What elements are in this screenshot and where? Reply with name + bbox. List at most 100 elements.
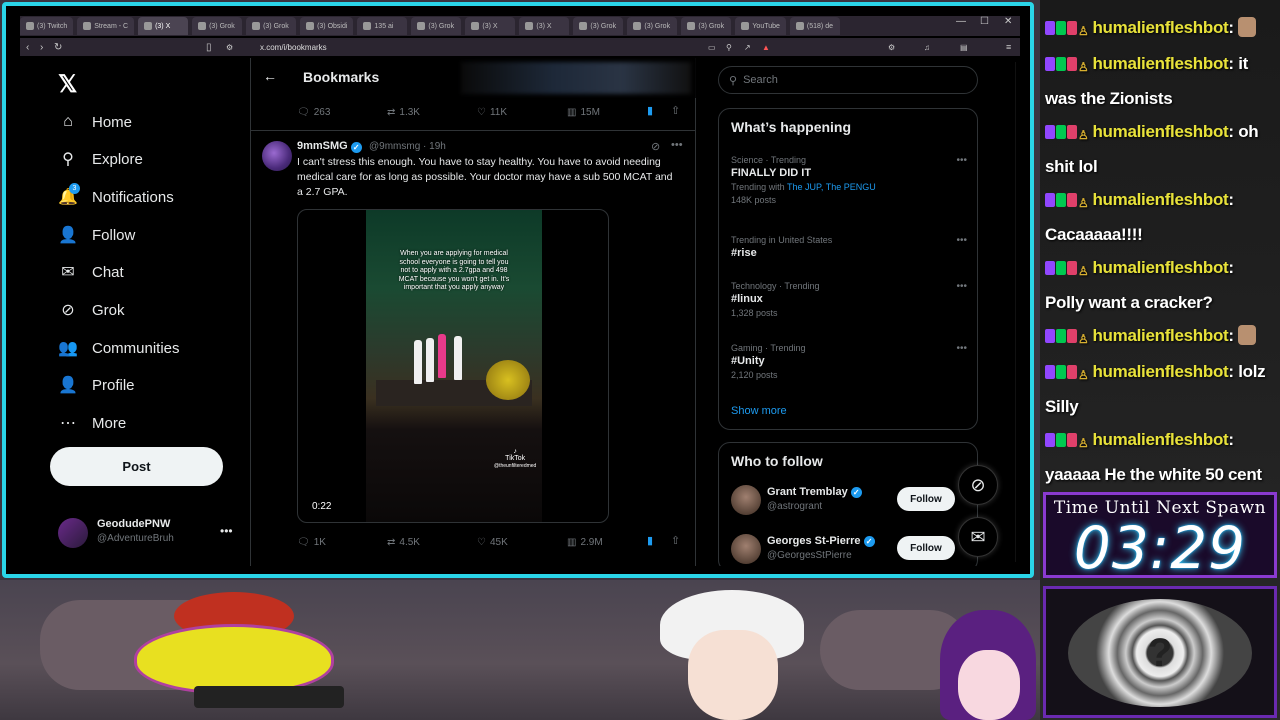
chat-badge-icon bbox=[1056, 261, 1066, 275]
question-mark-logo-icon: ? bbox=[1068, 599, 1252, 707]
trend-item[interactable]: Gaming · Trending #Unity 2,120 posts ••• bbox=[731, 343, 967, 380]
browser-tab[interactable]: (3) Twitch bbox=[20, 17, 74, 35]
author-name: 9mmSMG bbox=[297, 140, 348, 152]
show-more-link[interactable]: Show more bbox=[731, 405, 787, 417]
follow-suggestion[interactable]: Georges St-Pierre ✓ @GeorgesStPierre Follow bbox=[731, 534, 967, 566]
browser-tab[interactable]: (3) Grok bbox=[681, 17, 732, 35]
extensions-icon[interactable]: ⚙ bbox=[888, 43, 895, 52]
views-button[interactable]: ▥ 15M bbox=[567, 104, 657, 120]
chat-username: humalienfleshbot bbox=[1092, 326, 1229, 345]
nav-item-chat[interactable]: ✉ Chat bbox=[58, 260, 123, 284]
url-field[interactable]: x.com/i/bookmarks bbox=[260, 43, 327, 52]
like-button[interactable]: ♡ 45K bbox=[477, 534, 567, 550]
chat-badge-icon bbox=[1067, 365, 1077, 379]
trend-more-icon[interactable]: ••• bbox=[956, 235, 967, 246]
bookmark-page-icon[interactable]: ▯ bbox=[206, 42, 212, 53]
grok-fab-icon[interactable]: ⊘ bbox=[958, 465, 998, 505]
chat-username: humalienfleshbot bbox=[1092, 54, 1229, 73]
author-handle: @9mmsmg bbox=[369, 141, 421, 152]
tweet-author[interactable]: 9mmSMG ✓ bbox=[297, 140, 362, 153]
back-arrow-icon[interactable]: ← bbox=[263, 68, 277, 84]
post-button[interactable]: Post bbox=[50, 447, 223, 486]
zoom-icon[interactable]: ⚲ bbox=[726, 43, 732, 52]
timer-value: 03:29 bbox=[1073, 514, 1247, 582]
nav-item-communities[interactable]: 👥 Communities bbox=[58, 336, 180, 360]
nav-item-notifications[interactable]: 🔔 3 Notifications bbox=[58, 183, 174, 209]
media-icon[interactable]: ♫ bbox=[924, 43, 930, 52]
bell-icon: 🔔 3 bbox=[58, 183, 80, 207]
browser-forward-icon[interactable]: › bbox=[40, 42, 43, 53]
avatar[interactable] bbox=[731, 485, 761, 515]
account-switcher[interactable]: GeodudePNW @AdventureBruh ••• bbox=[58, 516, 238, 550]
nav-item-profile[interactable]: 👤 Profile bbox=[58, 373, 135, 397]
video-frame[interactable]: When you are applying for medical school… bbox=[366, 210, 542, 522]
browser-tab[interactable]: YouTube bbox=[735, 17, 786, 35]
trend-more-icon[interactable]: ••• bbox=[956, 343, 967, 354]
x-logo-icon[interactable]: 𝕏 bbox=[58, 70, 77, 99]
share-icon[interactable]: ↗ bbox=[744, 43, 751, 52]
close-window-icon[interactable]: ✕ bbox=[1004, 16, 1012, 27]
tiktok-label: TikTok bbox=[505, 455, 526, 462]
video-player[interactable]: When you are applying for medical school… bbox=[297, 209, 609, 523]
trend-item[interactable]: Technology · Trending #linux 1,328 posts ••… bbox=[731, 281, 967, 318]
browser-tab[interactable]: (3) Grok bbox=[573, 17, 624, 35]
brave-shield-icon[interactable]: ▲ bbox=[762, 43, 770, 52]
browser-tab[interactable]: 135 ai bbox=[357, 17, 408, 35]
sidebar-icon[interactable]: ▤ bbox=[960, 43, 968, 52]
browser-tab[interactable]: (518) de bbox=[789, 17, 840, 35]
trend-more-icon[interactable]: ••• bbox=[956, 281, 967, 292]
browser-tab[interactable]: (3) X bbox=[465, 17, 516, 35]
browser-tab[interactable]: (3) X bbox=[138, 17, 189, 35]
follow-suggestion[interactable]: Grant Tremblay ✓ @astrogrant Follow bbox=[731, 485, 967, 519]
chat-message: ♙ humalienfleshbot: lolz Silly bbox=[1045, 356, 1277, 422]
browser-tab[interactable]: (3) X bbox=[519, 17, 570, 35]
nav-item-grok[interactable]: ⊘ Grok bbox=[58, 298, 125, 322]
chat-badges: ♙ bbox=[1045, 358, 1089, 391]
browser-tab[interactable]: (3) Obsidi bbox=[300, 17, 354, 35]
repost-button[interactable]: ⇄ 1.3K bbox=[387, 104, 477, 120]
nav-item-home[interactable]: ⌂ Home bbox=[58, 110, 132, 134]
reload-icon[interactable]: ↻ bbox=[54, 42, 62, 53]
tab-favicon-icon bbox=[198, 22, 207, 30]
avatar[interactable] bbox=[731, 534, 761, 564]
trend-more-icon[interactable]: ••• bbox=[956, 155, 967, 166]
site-info-icon[interactable]: ⚙ bbox=[226, 43, 233, 52]
browser-tab[interactable]: Stream - C bbox=[77, 17, 135, 35]
chat-username: humalienfleshbot bbox=[1092, 190, 1229, 209]
account-more-icon[interactable]: ••• bbox=[220, 524, 233, 538]
chat-text: Cacaaaaa!!!! bbox=[1045, 225, 1143, 244]
nav-label: Grok bbox=[92, 301, 125, 319]
scrollbar[interactable] bbox=[1015, 62, 1016, 562]
search-input[interactable]: ⚲ Search bbox=[718, 66, 978, 94]
menu-icon[interactable]: ≡ bbox=[1006, 42, 1011, 52]
repost-button[interactable]: ⇄ 4.5K bbox=[387, 534, 477, 550]
reply-button[interactable]: 🗨 263 bbox=[297, 104, 387, 120]
browser-tab[interactable]: (3) Grok bbox=[246, 17, 297, 35]
grok-icon[interactable]: ⊘ bbox=[651, 140, 660, 153]
more-options-icon[interactable]: ••• bbox=[671, 139, 683, 151]
like-button[interactable]: ♡ 11K bbox=[477, 104, 567, 120]
reader-icon[interactable]: ▭ bbox=[708, 43, 716, 52]
nav-item-explore[interactable]: ⚲ Explore bbox=[58, 147, 143, 171]
nav-item-more[interactable]: ⋯ More bbox=[58, 411, 126, 435]
follow-button[interactable]: Follow bbox=[897, 536, 955, 560]
messages-fab-icon[interactable]: ✉ bbox=[958, 517, 998, 557]
tiktok-watermark: ♪ TikTok @theunfilteredmed bbox=[494, 448, 537, 469]
browser-tab[interactable]: (3) Grok bbox=[411, 17, 462, 35]
chat-badge-icon: ♙ bbox=[1078, 332, 1089, 346]
views-button[interactable]: ▥ 2.9M bbox=[567, 534, 657, 550]
follow-button[interactable]: Follow bbox=[897, 487, 955, 511]
trend-item[interactable]: Trending in United States #rise ••• bbox=[731, 235, 967, 259]
browser-back-icon[interactable]: ‹ bbox=[26, 42, 29, 53]
maximize-icon[interactable]: ☐ bbox=[980, 16, 989, 27]
trend-item[interactable]: Science · Trending FINALLY DID IT Trending… bbox=[731, 155, 967, 205]
nav-item-follow[interactable]: 👤 Follow bbox=[58, 223, 135, 247]
person bbox=[414, 340, 422, 384]
trend-related-link[interactable]: The JUP, The PENGU bbox=[787, 182, 876, 192]
minimize-icon[interactable]: — bbox=[956, 16, 966, 27]
browser-tab[interactable]: (3) Grok bbox=[192, 17, 243, 35]
reply-button[interactable]: 🗨 1K bbox=[297, 534, 387, 550]
browser-tab[interactable]: (3) Grok bbox=[627, 17, 678, 35]
tweet[interactable]: 9mmSMG ✓ @9mmsmg · 19h ⊘ ••• I can't stre… bbox=[251, 130, 696, 550]
avatar[interactable] bbox=[262, 141, 292, 171]
